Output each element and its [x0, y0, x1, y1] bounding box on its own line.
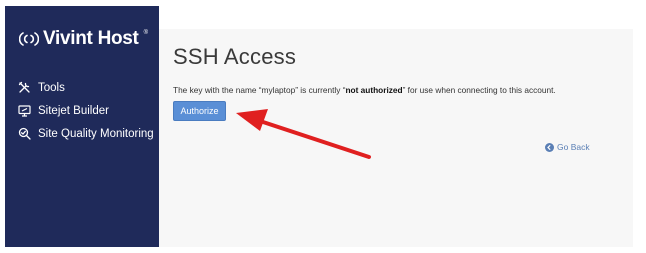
back-arrow-icon	[545, 142, 554, 152]
authorize-button[interactable]: Authorize	[173, 101, 226, 121]
sidebar-nav: Tools Sitejet Builder Site Quality Monit…	[18, 76, 154, 145]
main-content: SSH Access The key with the name “mylapt…	[159, 29, 633, 247]
authorization-status-text: The key with the name “mylaptop” is curr…	[173, 85, 628, 95]
sidebar-item-tools[interactable]: Tools	[18, 76, 154, 99]
sidebar-item-label: Tools	[38, 81, 65, 94]
vivint-logo-icon	[19, 32, 39, 46]
page-title: SSH Access	[173, 44, 297, 69]
go-back-label: Go Back	[557, 142, 590, 152]
sidebar-item-sitejet-builder[interactable]: Sitejet Builder	[18, 99, 154, 122]
registered-mark: ®	[143, 30, 148, 36]
status-bold: not authorized	[345, 85, 403, 95]
sidebar-item-site-quality-monitoring[interactable]: Site Quality Monitoring	[18, 122, 154, 145]
logo-text: Vivint Host	[43, 28, 139, 49]
desc-prefix: The key with the name “mylaptop” is curr…	[173, 85, 346, 95]
sidebar: Vivint Host ® Tools Sitejet Builder Site …	[5, 6, 159, 247]
tools-icon	[18, 81, 31, 94]
sidebar-item-label: Site Quality Monitoring	[38, 127, 154, 140]
sidebar-item-label: Sitejet Builder	[38, 104, 109, 117]
go-back-link[interactable]: Go Back	[545, 142, 590, 152]
monitor-icon	[18, 104, 31, 117]
desc-suffix: ” for use when connecting to this accoun…	[402, 85, 556, 95]
logo[interactable]: Vivint Host ®	[19, 28, 148, 50]
search-icon	[18, 127, 31, 140]
